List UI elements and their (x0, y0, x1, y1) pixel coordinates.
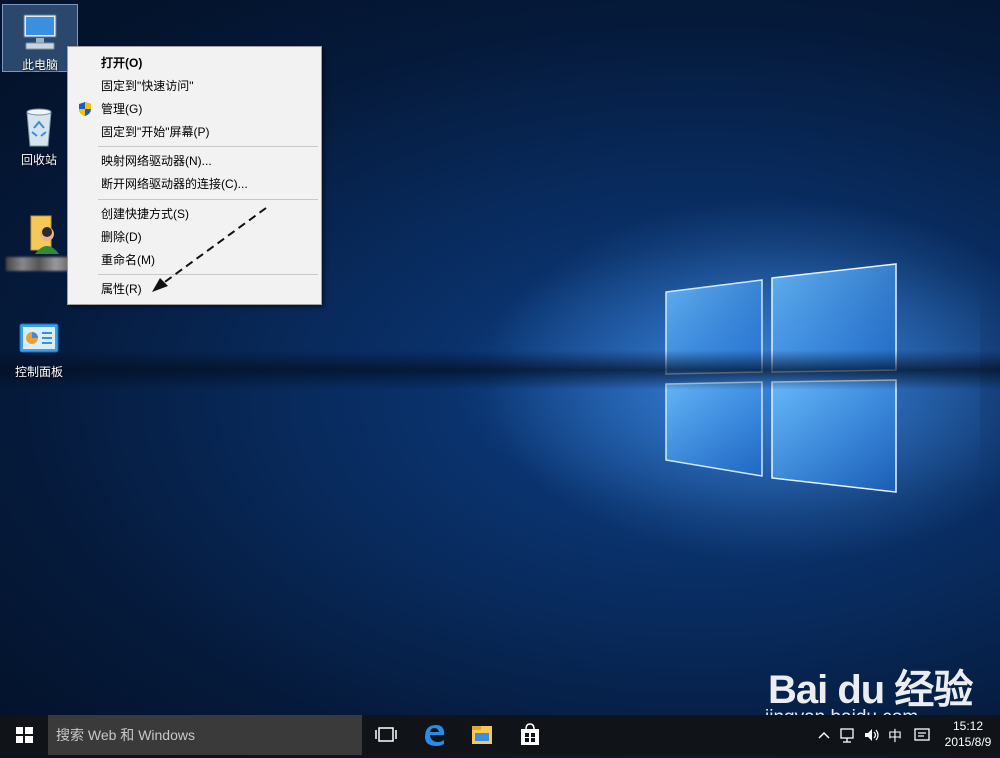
store-icon (521, 723, 539, 745)
desktop-icon-label: 控制面板 (14, 365, 63, 379)
computer-icon (18, 11, 62, 53)
file-explorer-icon (472, 726, 492, 744)
menu-item-map-network-drive[interactable]: 映射网络驱动器(N)... (68, 150, 321, 172)
annotation-arrow (152, 207, 267, 292)
desktop-icon-label (2, 257, 76, 274)
notification-icon[interactable] (912, 725, 932, 745)
windows-start-icon (16, 727, 33, 743)
menu-item-disconnect-network-drive[interactable]: 断开网络驱动器的连接(C)... (68, 173, 321, 195)
chevron-up-icon[interactable] (816, 725, 832, 745)
start-button[interactable] (0, 715, 48, 755)
store-button[interactable] (506, 715, 554, 755)
clock[interactable]: 15:12 2015/8/9 (938, 718, 998, 750)
clock-time: 15:12 (952, 719, 984, 733)
search-placeholder: 搜索 Web 和 Windows (56, 727, 195, 743)
file-explorer-button[interactable] (458, 715, 506, 755)
ime-indicator[interactable]: 中 (888, 726, 902, 746)
clock-date: 2015/8/9 (944, 735, 992, 749)
menu-item-manage[interactable]: 管理(G) (68, 98, 321, 120)
edge-button[interactable] (410, 715, 458, 755)
task-view-icon (375, 727, 397, 742)
desktop-icon-label: 此电脑 (21, 58, 58, 72)
menu-item-pin-start[interactable]: 固定到"开始"屏幕(P) (68, 121, 321, 143)
edge-icon (425, 725, 445, 746)
network-icon[interactable] (838, 725, 858, 745)
desktop-icon-control-panel[interactable]: 控制面板 (2, 312, 76, 380)
windows-logo-wallpaper (665, 263, 897, 493)
taskbar: 搜索 Web 和 Windows 中 15:12 2015/8/9 (0, 715, 1000, 755)
desktop-icon-user-folder[interactable] (2, 206, 76, 274)
desktop-icon-recycle-bin[interactable]: 回收站 (2, 100, 76, 168)
control-panel-icon (17, 318, 61, 360)
user-folder-icon (17, 212, 61, 254)
task-view-button[interactable] (362, 715, 410, 755)
menu-item-open[interactable]: 打开(O) (68, 52, 321, 74)
system-tray: 中 (816, 715, 936, 755)
desktop-icon-label: 回收站 (20, 153, 57, 167)
search-box[interactable]: 搜索 Web 和 Windows (48, 715, 362, 755)
menu-separator (98, 146, 318, 147)
shield-icon (79, 102, 91, 116)
volume-icon[interactable] (862, 725, 882, 745)
recycle-bin-icon (17, 106, 61, 148)
menu-item-pin-quick-access[interactable]: 固定到"快速访问" (68, 75, 321, 97)
